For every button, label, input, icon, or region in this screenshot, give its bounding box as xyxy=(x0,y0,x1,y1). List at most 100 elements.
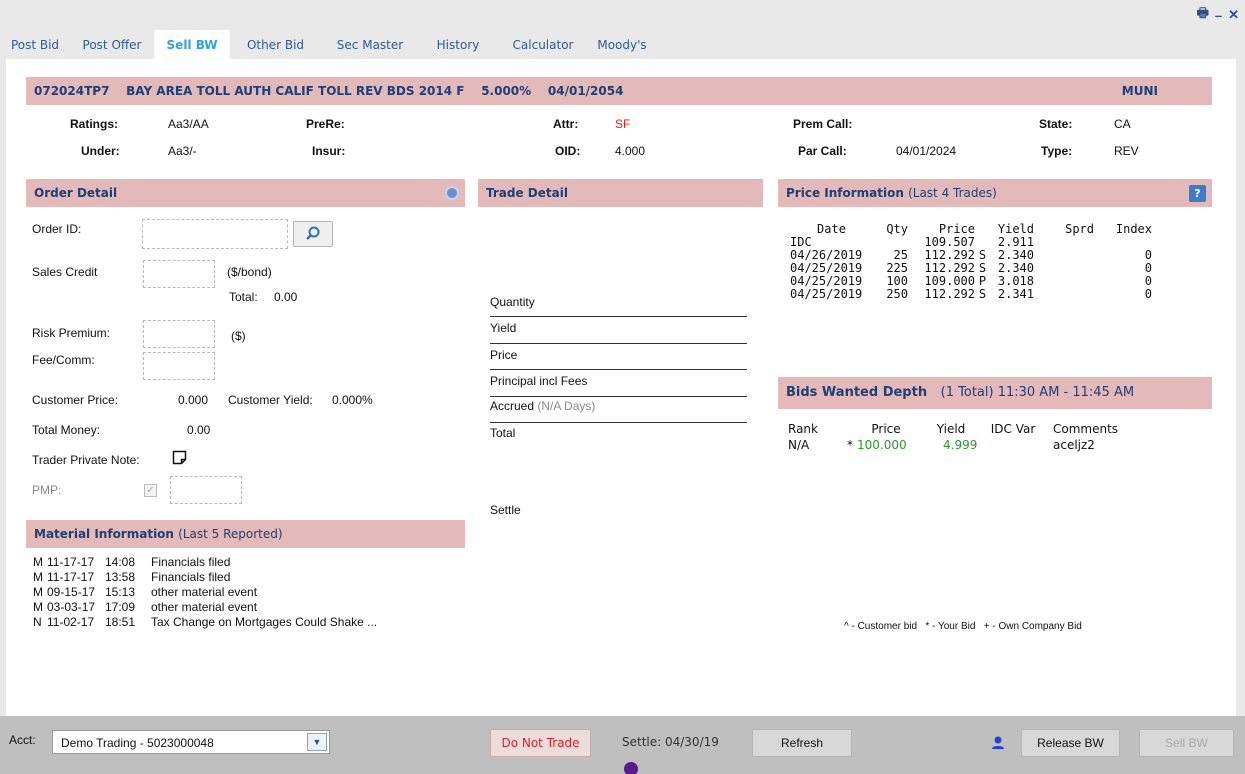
sales-credit-label: Sales Credit xyxy=(32,265,98,279)
pmp-input[interactable] xyxy=(170,476,242,504)
tab-moodys[interactable]: Moody's xyxy=(589,30,655,59)
trade-detail-header: Trade Detail xyxy=(478,179,763,207)
customer-yield-value: 0.000% xyxy=(332,393,373,407)
quantity-label: Quantity xyxy=(490,293,747,317)
price-info-header: Price Information (Last 4 Trades) ? xyxy=(778,179,1212,207)
security-type-badge: MUNI xyxy=(1121,84,1158,98)
customer-price-label: Customer Price: xyxy=(32,393,119,407)
trader-note-label: Trader Private Note: xyxy=(32,453,140,467)
material-info-subtitle: (Last 5 Reported) xyxy=(178,527,283,541)
table-row[interactable]: N/A * 100.000 4.999 aceljz2 xyxy=(788,437,1118,453)
trade-detail-title: Trade Detail xyxy=(486,186,568,200)
tab-history[interactable]: History xyxy=(419,30,497,59)
drag-handle[interactable] xyxy=(624,762,638,774)
footer-bar: Acct: Demo Trading - 5023000048 ▼ Do Not… xyxy=(0,716,1245,774)
tab-sell-bw[interactable]: Sell BW xyxy=(154,30,230,59)
tab-calculator[interactable]: Calculator xyxy=(497,30,589,59)
order-search-button[interactable] xyxy=(293,221,333,247)
yield-label: Yield xyxy=(490,317,747,344)
material-info-header: Material Information (Last 5 Reported) xyxy=(26,520,465,548)
accrued-row: Accrued (N/A Days) xyxy=(490,397,747,423)
order-detail-title: Order Detail xyxy=(34,186,118,200)
tab-post-offer[interactable]: Post Offer xyxy=(70,30,154,59)
total-money-value: 0.00 xyxy=(187,423,211,437)
price-label: Price xyxy=(490,344,747,370)
total-value: 0.00 xyxy=(274,290,298,304)
attr-label: Attr: xyxy=(553,117,579,131)
prere-label: PreRe: xyxy=(306,117,345,131)
customer-price-value: 0.000 xyxy=(178,393,209,407)
bids-wanted-subtitle: (1 Total) 11:30 AM - 11:45 AM xyxy=(940,385,1135,400)
list-item[interactable]: M 11-17-17 13:58 Financials filed xyxy=(33,570,377,585)
print-icon[interactable]: 🖶 xyxy=(1197,4,1209,26)
account-value: Demo Trading - 5023000048 xyxy=(61,736,214,750)
list-item[interactable]: N 11-02-17 18:51 Tax Change on Mortgages Co… xyxy=(33,615,377,630)
sell-bw-button[interactable]: Sell BW xyxy=(1139,729,1234,757)
price-info-subtitle: (Last 4 Trades) xyxy=(908,186,997,200)
close-icon[interactable]: ✕ xyxy=(1228,7,1239,23)
account-select[interactable]: Demo Trading - 5023000048 ▼ xyxy=(52,730,330,754)
maturity: 04/01/2054 xyxy=(547,84,624,98)
coupon: 5.000% xyxy=(481,84,532,98)
list-item[interactable]: M 09-15-17 15:13 other material event xyxy=(33,585,377,600)
do-not-trade-badge: Do Not Trade xyxy=(490,729,591,757)
main-panel: 072024TP7 BAY AREA TOLL AUTH CALIF TOLL … xyxy=(6,59,1236,716)
user-icon[interactable] xyxy=(991,736,1005,750)
help-icon[interactable]: ? xyxy=(1189,185,1206,202)
state-label: State: xyxy=(1039,117,1073,131)
refresh-button[interactable]: Refresh xyxy=(752,729,852,757)
tab-other-bid[interactable]: Other Bid xyxy=(230,30,321,59)
list-item[interactable]: M 03-03-17 17:09 other material event xyxy=(33,600,377,615)
bids-wanted-header: Bids Wanted Depth (1 Total) 11:30 AM - 1… xyxy=(778,377,1212,409)
accrued-days: (N/A Days) xyxy=(537,399,596,413)
under-label: Under: xyxy=(81,144,120,158)
bids-wanted-title: Bids Wanted Depth xyxy=(786,385,928,400)
tab-bar: Post Bid Post Offer Sell BW Other Bid Se… xyxy=(0,30,655,59)
under-value: Aa3/- xyxy=(168,144,197,158)
gear-icon[interactable] xyxy=(445,186,459,200)
par-call-value: 04/01/2024 xyxy=(896,144,957,158)
insur-label: Insur: xyxy=(312,144,346,158)
sales-credit-unit: ($/bond) xyxy=(227,265,272,279)
pmp-label: PMP: xyxy=(32,483,62,497)
ratings-value: Aa3/AA xyxy=(168,117,209,131)
oid-value: 4.000 xyxy=(615,144,646,158)
oid-label: OID: xyxy=(555,144,581,158)
chevron-down-icon[interactable]: ▼ xyxy=(307,733,327,751)
par-call-label: Par Call: xyxy=(798,144,847,158)
total-trade-label: Total xyxy=(490,426,516,440)
bids-table: Rank Price Yield IDC Var Comments N/A * 100.00… xyxy=(788,421,1118,453)
order-id-label: Order ID: xyxy=(32,222,82,236)
type-label: Type: xyxy=(1041,144,1073,158)
tab-sec-master[interactable]: Sec Master xyxy=(321,30,419,59)
window-controls: 🖶 – ✕ xyxy=(1197,4,1239,26)
material-list: M 11-17-17 14:08 Financials filed M 11-17-17… xyxy=(33,555,377,630)
sales-credit-input[interactable] xyxy=(143,260,215,288)
material-info-title: Material Information xyxy=(34,527,174,541)
settle-date: Settle: 04/30/19 xyxy=(622,735,719,749)
note-icon[interactable] xyxy=(172,450,187,465)
risk-premium-input[interactable] xyxy=(143,320,215,348)
list-item[interactable]: M 11-17-17 14:08 Financials filed xyxy=(33,555,377,570)
total-label: Total: xyxy=(229,290,258,304)
prem-call-label: Prem Call: xyxy=(793,117,853,131)
total-money-label: Total Money: xyxy=(32,423,101,437)
price-table: Date Qty Price Yield Sprd Index IDC 109.507 2.9… xyxy=(790,223,1152,301)
price-info-title: Price Information xyxy=(786,186,904,200)
risk-premium-label: Risk Premium: xyxy=(32,326,111,340)
security-header: 072024TP7 BAY AREA TOLL AUTH CALIF TOLL … xyxy=(26,77,1212,105)
minimize-icon[interactable]: – xyxy=(1215,8,1222,23)
order-id-input[interactable] xyxy=(142,219,288,249)
release-bw-button[interactable]: Release BW xyxy=(1021,729,1120,757)
fee-comm-input[interactable] xyxy=(143,352,215,380)
attr-value: SF xyxy=(615,117,631,131)
fee-comm-label: Fee/Comm: xyxy=(32,353,95,367)
settle-label: Settle xyxy=(490,503,521,517)
ratings-label: Ratings: xyxy=(70,117,118,131)
trade-detail-fields: Quantity Yield Price Principal incl Fees… xyxy=(490,293,747,449)
tab-post-bid[interactable]: Post Bid xyxy=(0,30,70,59)
type-value: REV xyxy=(1114,144,1139,158)
pmp-checkbox[interactable]: ✓ xyxy=(144,484,157,497)
search-icon xyxy=(306,226,320,240)
table-row[interactable]: 04/25/2019 250 112.292 S 2.341 0 xyxy=(790,288,1152,301)
